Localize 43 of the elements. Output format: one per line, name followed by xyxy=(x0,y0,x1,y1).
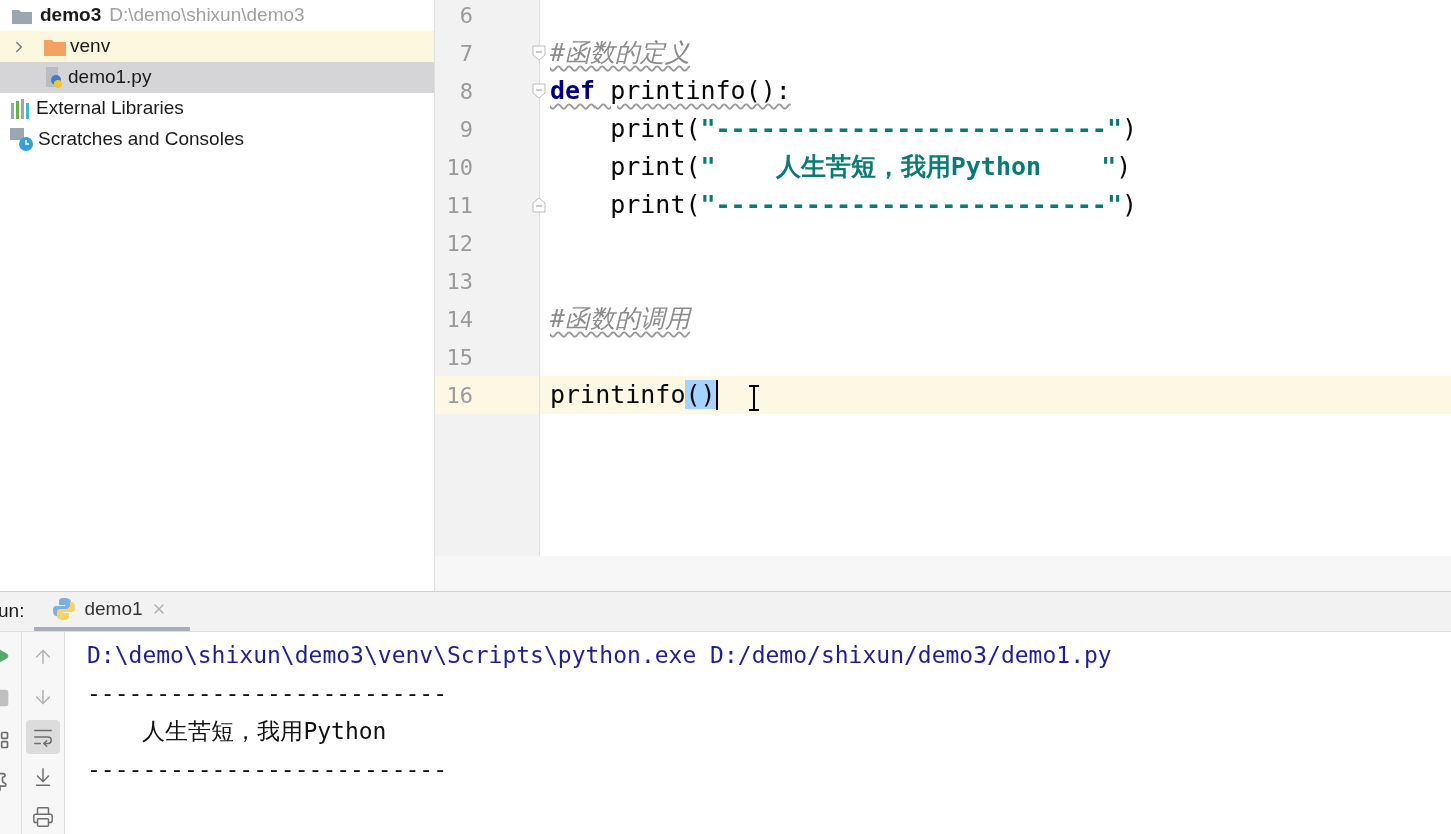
code-line: print(" 人生苦短，我用Python ") xyxy=(609,151,1132,184)
folder-icon xyxy=(44,37,66,56)
line-number: 6 xyxy=(458,1,473,30)
line-number: 11 xyxy=(445,191,473,220)
line-number: 7 xyxy=(458,39,473,68)
python-file-icon xyxy=(44,66,64,89)
line-number: 13 xyxy=(445,267,473,296)
folder-icon xyxy=(12,7,32,24)
code-line: print("--------------------------") xyxy=(609,113,1137,146)
tree-item[interactable]: venv xyxy=(0,31,434,62)
line-number: 14 xyxy=(445,305,473,334)
code-line: print("--------------------------") xyxy=(609,189,1137,222)
fold-marker-icon[interactable] xyxy=(532,197,546,213)
console-line: -------------------------- xyxy=(87,754,449,784)
line-number: 15 xyxy=(445,343,473,372)
code-line: #函数的调用 xyxy=(550,303,691,336)
project-path: D:\demo\shixun\demo3 xyxy=(109,3,305,28)
console-line: 人生苦短，我用Python xyxy=(141,716,388,746)
fold-marker-icon[interactable] xyxy=(532,45,546,61)
console-line: D:\demo\shixun\demo3\venv\Scripts\python.exe D:/demo/shixun/demo3/demo1.py xyxy=(87,640,1113,670)
line-number: 16 xyxy=(445,381,473,410)
line-number: 12 xyxy=(445,229,473,258)
tree-item[interactable]: demo1.py xyxy=(0,62,434,93)
tree-item[interactable]: External Libraries xyxy=(0,93,434,124)
line-number: 8 xyxy=(458,77,473,106)
code-line: def printinfo(): xyxy=(550,75,791,108)
scratches-icon xyxy=(10,127,34,152)
panel-title: un: xyxy=(0,599,25,624)
text-caret xyxy=(715,380,718,410)
toolbar-button[interactable] xyxy=(26,720,60,754)
console-line: -------------------------- xyxy=(87,678,449,708)
text-cursor-icon xyxy=(747,385,760,411)
project-name: demo3 xyxy=(40,3,102,28)
line-number: 10 xyxy=(445,153,473,182)
code-line: printinfo() xyxy=(550,379,716,412)
tree-item[interactable]: Scratches and Consoles xyxy=(0,124,434,155)
fold-marker-icon[interactable] xyxy=(532,83,546,99)
code-line: #函数的定义 xyxy=(550,37,691,70)
python-icon xyxy=(52,597,77,621)
line-number: 9 xyxy=(458,115,473,144)
run-tab[interactable]: demo1 xyxy=(34,591,191,631)
libraries-icon xyxy=(10,98,32,119)
print-icon xyxy=(32,806,54,828)
